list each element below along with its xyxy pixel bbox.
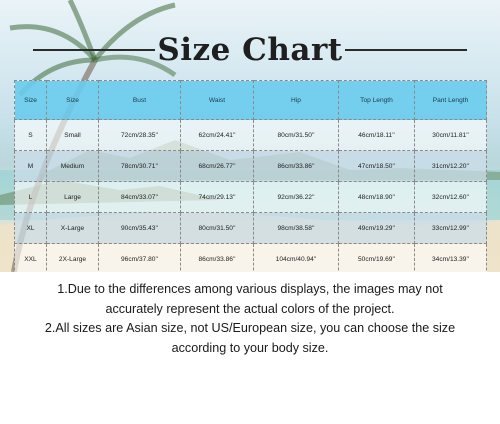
header-hip: Hip — [253, 80, 339, 120]
title-divider-right — [345, 49, 467, 51]
table-cell: 48cm/18.90'' — [338, 181, 415, 213]
note-line: 2.All sizes are Asian size, not US/Europ… — [44, 321, 456, 335]
table-cell: 104cm/40.94'' — [253, 243, 339, 272]
table-cell: 72cm/28.35'' — [98, 119, 181, 151]
table-cell: M — [14, 150, 47, 182]
header-waist: Waist — [180, 80, 254, 120]
table-cell: 50cm/19.69'' — [338, 243, 415, 272]
table-cell: 78cm/30.71'' — [98, 150, 181, 182]
table-cell: 34cm/13.39'' — [414, 243, 487, 272]
table-cell: Medium — [46, 150, 99, 182]
table-cell: 74cm/29.13'' — [180, 181, 254, 213]
table-cell: 86cm/33.86'' — [180, 243, 254, 272]
table-cell: 90cm/35.43'' — [98, 212, 181, 244]
header-size-name: Size — [46, 80, 99, 120]
table-cell: 2X-Large — [46, 243, 99, 272]
table-header-row: Size Size Bust Waist Hip Top Length Pant… — [14, 80, 487, 120]
table-cell: 49cm/19.29'' — [338, 212, 415, 244]
table-cell: 98cm/38.58'' — [253, 212, 339, 244]
table-cell: Small — [46, 119, 99, 151]
table-cell: 80cm/31.50'' — [180, 212, 254, 244]
table-cell: 68cm/26.77'' — [180, 150, 254, 182]
header-size-code: Size — [14, 80, 47, 120]
table-cell: S — [14, 119, 47, 151]
table-cell: XL — [14, 212, 47, 244]
header-bust: Bust — [98, 80, 181, 120]
table-cell: 47cm/18.50'' — [338, 150, 415, 182]
table-cell: 62cm/24.41'' — [180, 119, 254, 151]
table-cell: 86cm/33.86'' — [253, 150, 339, 182]
table-cell: Large — [46, 181, 99, 213]
note-line: accurately represent the actual colors o… — [105, 301, 395, 316]
table-cell: 31cm/12.20'' — [414, 150, 487, 182]
chart-title-row: Size Chart — [0, 30, 500, 70]
table-cell: 30cm/11.81'' — [414, 119, 487, 151]
size-chart-panel: Size Chart Size Size Bust Waist Hip Top … — [0, 0, 500, 272]
header-pant-length: Pant Length — [414, 80, 487, 120]
table-cell: 33cm/12.99'' — [414, 212, 487, 244]
table-cell: 84cm/33.07'' — [98, 181, 181, 213]
table-row: XL X-Large 90cm/35.43'' 80cm/31.50'' 98c… — [14, 212, 487, 244]
table-cell: 32cm/12.60'' — [414, 181, 487, 213]
note-line: 1.Due to the differences among various d… — [57, 282, 443, 296]
table-cell: XXL — [14, 243, 47, 272]
table-cell: 80cm/31.50'' — [253, 119, 339, 151]
table-cell: 46cm/18.11'' — [338, 119, 415, 151]
table-row: L Large 84cm/33.07'' 74cm/29.13'' 92cm/3… — [14, 181, 487, 213]
size-notes: 1.Due to the differences among various d… — [0, 280, 500, 358]
table-cell: 96cm/37.80'' — [98, 243, 181, 272]
table-row: M Medium 78cm/30.71'' 68cm/26.77'' 86cm/… — [14, 150, 487, 182]
table-row: XXL 2X-Large 96cm/37.80'' 86cm/33.86'' 1… — [14, 243, 487, 272]
table-cell: L — [14, 181, 47, 213]
table-row: S Small 72cm/28.35'' 62cm/24.41'' 80cm/3… — [14, 119, 487, 151]
size-table: Size Size Bust Waist Hip Top Length Pant… — [14, 80, 487, 272]
table-cell: 92cm/36.22'' — [253, 181, 339, 213]
note-line: according to your body size. — [171, 340, 329, 355]
table-cell: X-Large — [46, 212, 99, 244]
header-top-length: Top Length — [338, 80, 415, 120]
